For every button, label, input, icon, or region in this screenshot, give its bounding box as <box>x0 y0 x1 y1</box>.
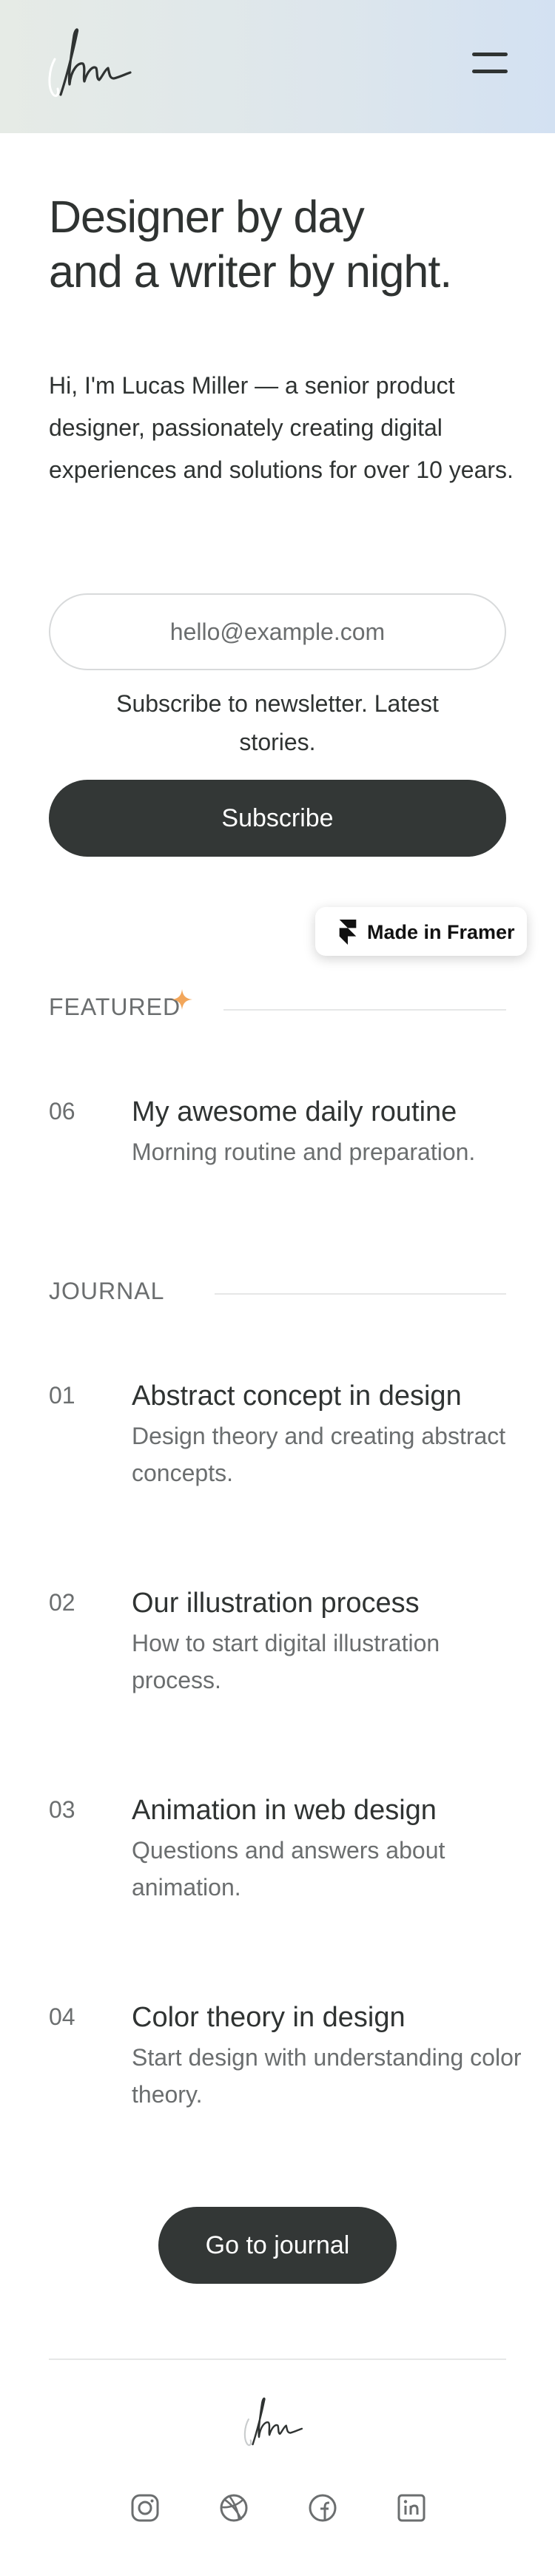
journal-post[interactable]: 04 Color theory in design Start design w… <box>49 2000 522 2108</box>
journal-label: JOURNAL <box>49 1278 165 1304</box>
dribbble-icon[interactable] <box>219 2493 249 2523</box>
post-description: Start design with understanding color th… <box>132 2044 522 2108</box>
hero-title-line-1: Designer by day <box>49 192 365 242</box>
hamburger-menu-icon[interactable] <box>469 47 511 80</box>
post-description: Design theory and creating abstract conc… <box>132 1423 506 1486</box>
menu-line-top <box>472 53 508 56</box>
post-description: Morning routine and preparation. <box>132 1139 476 1165</box>
facebook-icon[interactable] <box>308 2493 337 2523</box>
footer-signature-logo-icon[interactable] <box>241 2393 312 2450</box>
instagram-icon[interactable] <box>130 2493 160 2523</box>
hero-title-line-2: and a writer by night. <box>49 246 452 297</box>
sparkle-icon <box>172 989 192 1010</box>
signature-logo-icon[interactable] <box>44 25 145 99</box>
intro-paragraph: Hi, I'm Lucas Miller — a senior product … <box>49 372 514 483</box>
post-number: 01 <box>49 1382 75 1409</box>
featured-divider <box>223 1009 506 1011</box>
footer-divider <box>49 2358 506 2360</box>
framer-logo-icon <box>339 920 357 945</box>
post-number: 02 <box>49 1589 75 1616</box>
site-header <box>0 0 555 133</box>
post-number: 04 <box>49 2003 75 2030</box>
post-description: How to start digital illustration proces… <box>132 1630 440 1693</box>
subscribe-note: Subscribe to newsletter. Latest stories. <box>116 690 439 755</box>
post-number: 06 <box>49 1098 75 1125</box>
post-title[interactable]: Abstract concept in design <box>132 1379 462 1413</box>
post-number: 03 <box>49 1796 75 1823</box>
post-title[interactable]: Our illustration process <box>132 1586 420 1620</box>
hero-title: Designer by day and a writer by night. <box>49 189 522 299</box>
featured-label: FEATURED <box>49 994 181 1020</box>
go-to-journal-button[interactable]: Go to journal <box>158 2207 397 2284</box>
journal-post[interactable]: 03 Animation in web design Questions and… <box>49 1793 522 1901</box>
email-input[interactable] <box>49 593 506 670</box>
post-title[interactable]: My awesome daily routine <box>132 1095 457 1129</box>
subscribe-button[interactable]: Subscribe <box>49 780 506 857</box>
made-in-framer-badge[interactable]: Made in Framer <box>315 907 527 956</box>
journal-post[interactable]: 02 Our illustration process How to start… <box>49 1586 522 1693</box>
post-description: Questions and answers about animation. <box>132 1837 445 1901</box>
menu-line-bottom <box>472 70 508 73</box>
linkedin-icon[interactable] <box>397 2493 426 2523</box>
journal-post[interactable]: 01 Abstract concept in design Design the… <box>49 1379 522 1486</box>
badge-label: Made in Framer <box>367 921 515 943</box>
journal-divider <box>215 1293 506 1295</box>
featured-post[interactable]: 06 My awesome daily routine Morning rout… <box>49 1095 522 1176</box>
post-title[interactable]: Animation in web design <box>132 1793 437 1827</box>
post-title[interactable]: Color theory in design <box>132 2000 406 2034</box>
